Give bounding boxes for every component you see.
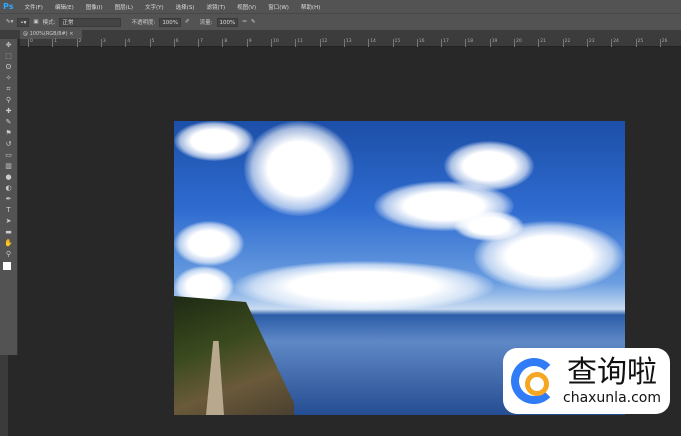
ruler-tick: 21 [538, 39, 546, 47]
flow-input[interactable]: 100% [216, 17, 239, 27]
ruler-tick: 12 [319, 39, 327, 47]
type-tool-icon[interactable]: T [4, 206, 14, 214]
marquee-tool-icon[interactable]: ⬚ [4, 52, 14, 60]
menu-item[interactable]: 帮助(H) [295, 3, 326, 11]
menu-bar: Ps 文件(F) 编辑(E) 图像(I) 图层(L) 文字(Y) 选择(S) 滤镜(T) 视图… [0, 0, 681, 13]
ruler-tick: 4 [125, 39, 130, 47]
tab-bar: @ 100%(RGB/8#) × [0, 30, 681, 39]
flow-label: 流量: [199, 20, 213, 26]
airbrush-icon[interactable]: ✑ [242, 19, 247, 25]
menu-item[interactable]: 图像(I) [80, 3, 109, 11]
crop-tool-icon[interactable]: ⌗ [4, 85, 14, 93]
opacity-input[interactable]: 100% [159, 17, 182, 27]
zoom-tool-icon[interactable]: ⚲ [4, 250, 14, 258]
foreground-color-swatch[interactable] [3, 262, 11, 270]
menu-item[interactable]: 文件(F) [18, 3, 48, 11]
menu-item[interactable]: 选择(S) [170, 3, 201, 11]
horizontal-ruler: 0 1 2 3 4 5 6 7 8 9 10 11 12 13 14 15 16 17 18 19 20 21 22 23 24… [20, 39, 681, 47]
ruler-tick: 6 [173, 39, 179, 47]
pressure-opacity-icon[interactable]: ✐ [185, 19, 190, 25]
tools-panel: ✥ ⬚ ʘ ✧ ⌗ ⚲ ✚ ✎ ⚑ ↺ ▭ ▥ ● ◐ ✒ T ➤ ▬ ✋ ⚲ [0, 39, 18, 355]
ruler-tick: 5 [149, 39, 154, 47]
menu-item[interactable]: 图层(L) [109, 3, 139, 11]
opacity-label: 不透明度: [131, 20, 156, 26]
ruler-tick: 13 [343, 39, 352, 47]
document-tab-title: @ 100%(RGB/8#) [23, 31, 68, 37]
ruler-tick: 17 [441, 39, 449, 47]
brush-panel-icon[interactable]: ▣ [33, 19, 38, 25]
menu-item[interactable]: 窗口(W) [262, 3, 295, 11]
pen-tool-icon[interactable]: ✒ [4, 195, 14, 203]
ruler-tick: 23 [586, 39, 595, 47]
close-icon[interactable]: × [69, 31, 73, 37]
ruler-tick: 18 [465, 39, 473, 47]
lasso-tool-icon[interactable]: ʘ [4, 63, 14, 71]
dodge-tool-icon[interactable]: ◐ [4, 184, 14, 192]
stamp-tool-icon[interactable]: ⚑ [4, 129, 14, 137]
pressure-size-icon[interactable]: ✎ [251, 19, 256, 25]
ruler-tick: 16 [416, 39, 425, 47]
brush-preset-picker[interactable]: •▾ [17, 17, 30, 27]
ruler-tick: 26 [659, 39, 668, 47]
ruler-tick: 22 [562, 39, 570, 47]
ruler-tick: 1 [52, 39, 57, 47]
ruler-tick: 14 [368, 39, 376, 47]
ruler-tick: 25 [635, 39, 643, 47]
vertical-ruler [0, 355, 8, 436]
ruler-tick: 3 [100, 39, 106, 47]
photoshop-logo: Ps [3, 2, 14, 11]
healing-tool-icon[interactable]: ✚ [4, 107, 14, 115]
blur-tool-icon[interactable]: ● [4, 173, 14, 181]
menu-item[interactable]: 视图(V) [231, 3, 262, 11]
ruler-tick: 8 [222, 39, 227, 47]
path-select-tool-icon[interactable]: ➤ [4, 217, 14, 225]
ruler-tick: 19 [489, 39, 497, 47]
watermark-domain: chaxunla.com [563, 390, 661, 406]
mode-select[interactable]: 正常 [59, 17, 122, 27]
ruler-tick: 9 [246, 39, 252, 47]
ruler-tick: 24 [611, 39, 619, 47]
ruler-tick: 0 [28, 39, 33, 47]
brush-tool-icon[interactable]: ✎▾ [6, 19, 13, 25]
ruler-tick: 11 [295, 39, 303, 47]
move-tool-icon[interactable]: ✥ [4, 41, 14, 49]
watermark-logo: 查询啦 chaxunla.com [503, 348, 670, 414]
watermark-name: 查询啦 [567, 355, 657, 390]
menu-item[interactable]: 编辑(E) [49, 3, 80, 11]
document-tab[interactable]: @ 100%(RGB/8#) × [20, 30, 82, 39]
gradient-tool-icon[interactable]: ▥ [4, 162, 14, 170]
options-bar: ✎▾ •▾ ▣ 模式: 正常 不透明度: 100% ✐ 流量: 100% ✑ ✎ [0, 13, 681, 30]
quick-select-tool-icon[interactable]: ✧ [4, 74, 14, 82]
history-brush-tool-icon[interactable]: ↺ [4, 140, 14, 148]
menu-item[interactable]: 文字(Y) [139, 3, 170, 11]
ruler-tick: 10 [271, 39, 279, 47]
ruler-tick: 15 [392, 39, 400, 47]
ruler-tick: 7 [198, 39, 203, 47]
eraser-tool-icon[interactable]: ▭ [4, 151, 14, 159]
ruler-tick: 2 [76, 39, 81, 47]
eyedropper-tool-icon[interactable]: ⚲ [4, 96, 14, 104]
hand-tool-icon[interactable]: ✋ [4, 239, 14, 247]
menu-item[interactable]: 滤镜(T) [200, 3, 231, 11]
mode-label: 模式: [42, 20, 56, 26]
search-logo-icon [511, 358, 557, 404]
brush-tool-icon[interactable]: ✎ [4, 118, 14, 126]
ruler-tick: 20 [514, 39, 522, 47]
shape-tool-icon[interactable]: ▬ [4, 228, 14, 236]
